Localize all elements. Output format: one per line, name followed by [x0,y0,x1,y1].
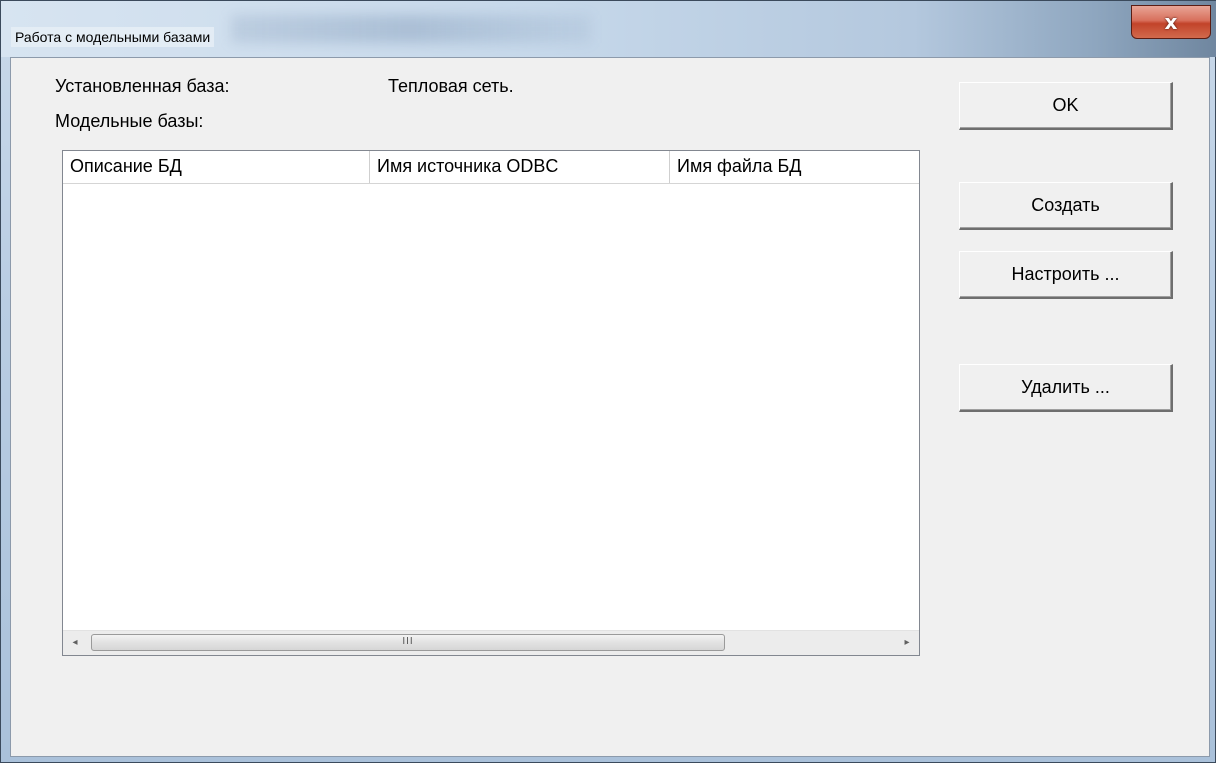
window-title: Работа с модельными базами [11,27,215,47]
model-bases-list[interactable]: Описание БД Имя источника ODBC Имя файла… [62,150,920,656]
dialog-window: Работа с модельными базами x Установленн… [0,0,1216,763]
delete-button[interactable]: Удалить ... [959,364,1173,412]
scroll-right-icon[interactable]: ▸ [895,631,919,655]
dialog-client-area: Установленная база: Тепловая сеть. Модел… [10,57,1210,757]
scroll-left-icon[interactable]: ◂ [63,631,87,655]
model-bases-label: Модельные базы: [55,111,204,131]
column-header-file-name[interactable]: Имя файла БД [670,151,919,183]
grip-icon: III [402,636,414,647]
configure-button[interactable]: Настроить ... [959,251,1173,299]
title-bar[interactable]: Работа с модельными базами x [1,1,1216,57]
close-button[interactable]: x [1131,5,1211,39]
ok-button[interactable]: OK [959,82,1173,130]
installed-base-label: Установленная база: [55,76,230,96]
installed-base-value: Тепловая сеть. [388,76,514,96]
blurred-background-text [231,15,591,43]
scroll-thumb[interactable]: III [91,634,725,651]
column-header-odbc-source[interactable]: Имя источника ODBC [370,151,670,183]
horizontal-scrollbar[interactable]: ◂ III ▸ [63,630,919,655]
column-header-description[interactable]: Описание БД [63,151,370,183]
list-header: Описание БД Имя источника ODBC Имя файла… [63,151,919,184]
close-icon: x [1164,10,1178,34]
create-button[interactable]: Создать [959,182,1173,230]
